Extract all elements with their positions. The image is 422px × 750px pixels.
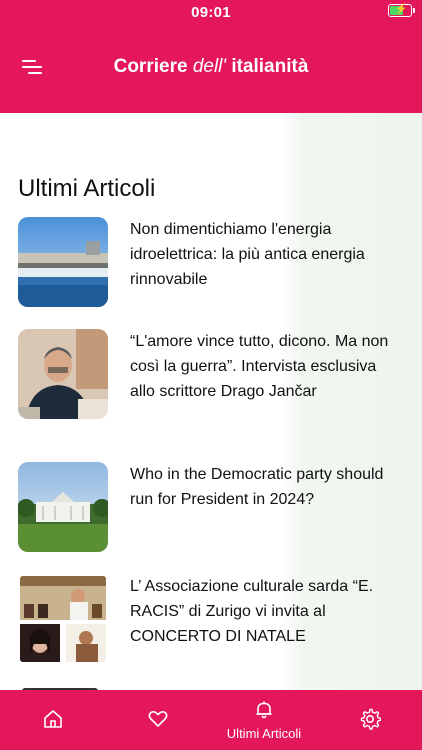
article-thumbnail-dam[interactable] xyxy=(18,217,108,307)
tab-label-active: Ultimi Articoli xyxy=(226,726,302,741)
article-item[interactable]: “L'amore vince tutto, dicono. Ma non cos… xyxy=(18,329,408,429)
status-bar: 09:01 ⚡ xyxy=(0,0,422,26)
article-title[interactable]: “L'amore vince tutto, dicono. Ma non cos… xyxy=(130,329,405,404)
bell-icon xyxy=(256,701,272,719)
brand-part2: dell' xyxy=(192,56,227,77)
article-item[interactable]: Non dimentichiamo l'energia idroelettric… xyxy=(18,217,408,307)
brand-part3: italianità xyxy=(231,56,309,77)
battery-icon: ⚡ xyxy=(388,4,415,17)
articles-list[interactable]: Ultimi Articoli Non dimentichiamo l'ener… xyxy=(0,113,422,690)
home-icon xyxy=(44,710,62,728)
article-thumbnail-portrait[interactable] xyxy=(18,329,108,419)
heart-icon xyxy=(148,711,168,727)
article-item[interactable]: Who in the Democratic party should run f… xyxy=(18,462,408,552)
tab-latest-articles[interactable]: Ultimi Articoli xyxy=(215,690,313,750)
tab-settings[interactable] xyxy=(336,690,402,750)
status-time: 09:01 xyxy=(191,4,231,21)
section-title: Ultimi Articoli xyxy=(18,175,156,202)
article-title[interactable]: Who in the Democratic party should run f… xyxy=(130,462,405,512)
app-header: 09:01 ⚡ Corriere dell' italianità xyxy=(0,0,422,113)
brand-title: Corriere dell' italianità xyxy=(0,56,422,78)
gear-icon xyxy=(360,708,381,730)
bottom-tab-bar: Ultimi Articoli xyxy=(0,690,422,750)
article-title[interactable]: Non dimentichiamo l'energia idroelettric… xyxy=(130,217,405,292)
article-thumbnail-concert[interactable] xyxy=(18,574,108,664)
article-item[interactable]: L’ Associazione culturale sarda “E. RACI… xyxy=(18,574,408,666)
article-thumbnail-white-house[interactable] xyxy=(18,462,108,552)
brand-part1: Corriere xyxy=(113,56,188,77)
article-title[interactable]: L’ Associazione culturale sarda “E. RACI… xyxy=(130,574,405,649)
tab-home[interactable] xyxy=(20,690,86,750)
tab-favorites[interactable] xyxy=(125,690,191,750)
